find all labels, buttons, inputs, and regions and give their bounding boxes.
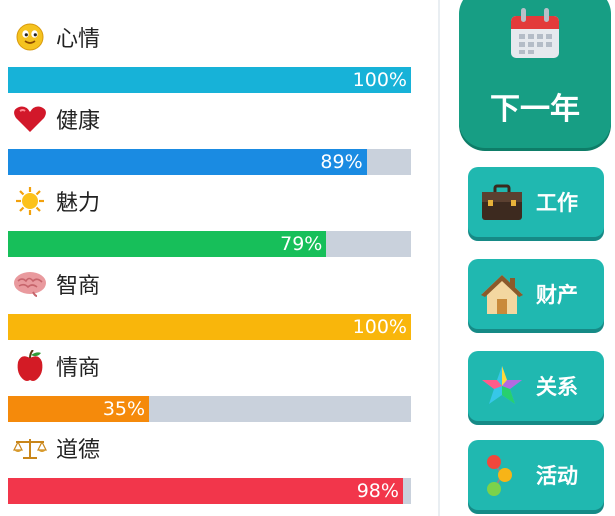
sun-icon: [12, 186, 48, 216]
stat-eq: 情商 35%: [0, 339, 420, 425]
heart-icon: [12, 104, 48, 134]
stat-health: 健康 89%: [0, 92, 420, 178]
work-label: 工作: [536, 191, 578, 215]
progress-bar: 89%: [8, 149, 411, 175]
progress-bar: 79%: [8, 231, 411, 257]
progress-value: 89%: [320, 151, 363, 173]
progress-fill: 89%: [8, 149, 367, 175]
apple-icon: [12, 350, 48, 381]
stat-label: 智商: [56, 274, 101, 299]
progress-value: 100%: [352, 69, 407, 91]
stat-iq: 智商 100%: [0, 257, 420, 343]
relations-button[interactable]: 关系: [468, 351, 604, 421]
next-year-label: 下一年: [490, 92, 580, 127]
stat-charm: 魅力 79%: [0, 174, 420, 260]
stat-mood: 心情 100%: [0, 10, 420, 96]
activities-label: 活动: [536, 464, 578, 488]
progress-fill: [8, 67, 411, 93]
property-button[interactable]: 财产: [468, 259, 604, 329]
briefcase-icon: [478, 178, 526, 226]
progress-fill: 79%: [8, 231, 327, 257]
stat-label: 心情: [56, 27, 101, 52]
next-year-button[interactable]: 下一年: [459, 0, 611, 148]
scales-icon: [12, 433, 48, 463]
stat-label: 情商: [56, 356, 101, 381]
relations-label: 关系: [536, 375, 578, 399]
property-label: 财产: [536, 283, 578, 307]
house-icon: [478, 270, 526, 318]
progress-fill: 98%: [8, 478, 403, 504]
progress-fill: 35%: [8, 396, 150, 422]
progress-value: 79%: [280, 233, 323, 255]
stat-label: 道德: [56, 438, 101, 463]
activities-button[interactable]: 活动: [468, 440, 604, 510]
progress-fill: [8, 314, 411, 340]
calendar-icon: [507, 6, 563, 66]
progress-bar: 100%: [8, 67, 411, 93]
progress-value: 100%: [352, 316, 407, 338]
divider: [438, 0, 440, 516]
star-icon: [478, 362, 526, 410]
progress-bar: 35%: [8, 396, 411, 422]
brain-icon: [12, 269, 48, 299]
stat-label: 健康: [56, 109, 101, 134]
progress-value: 35%: [102, 398, 146, 420]
stat-label: 魅力: [56, 191, 101, 216]
stats-panel: 心情 100% 健康 89% 魅力 79% 智商 100% 情商 35% 道德 …: [0, 0, 420, 516]
progress-bar: 100%: [8, 314, 411, 340]
stat-morality: 道德 98%: [0, 421, 420, 507]
smiley-icon: [12, 22, 48, 52]
progress-bar: 98%: [8, 478, 411, 504]
work-button[interactable]: 工作: [468, 167, 604, 237]
progress-value: 98%: [356, 480, 399, 502]
dots-icon: [478, 451, 526, 499]
